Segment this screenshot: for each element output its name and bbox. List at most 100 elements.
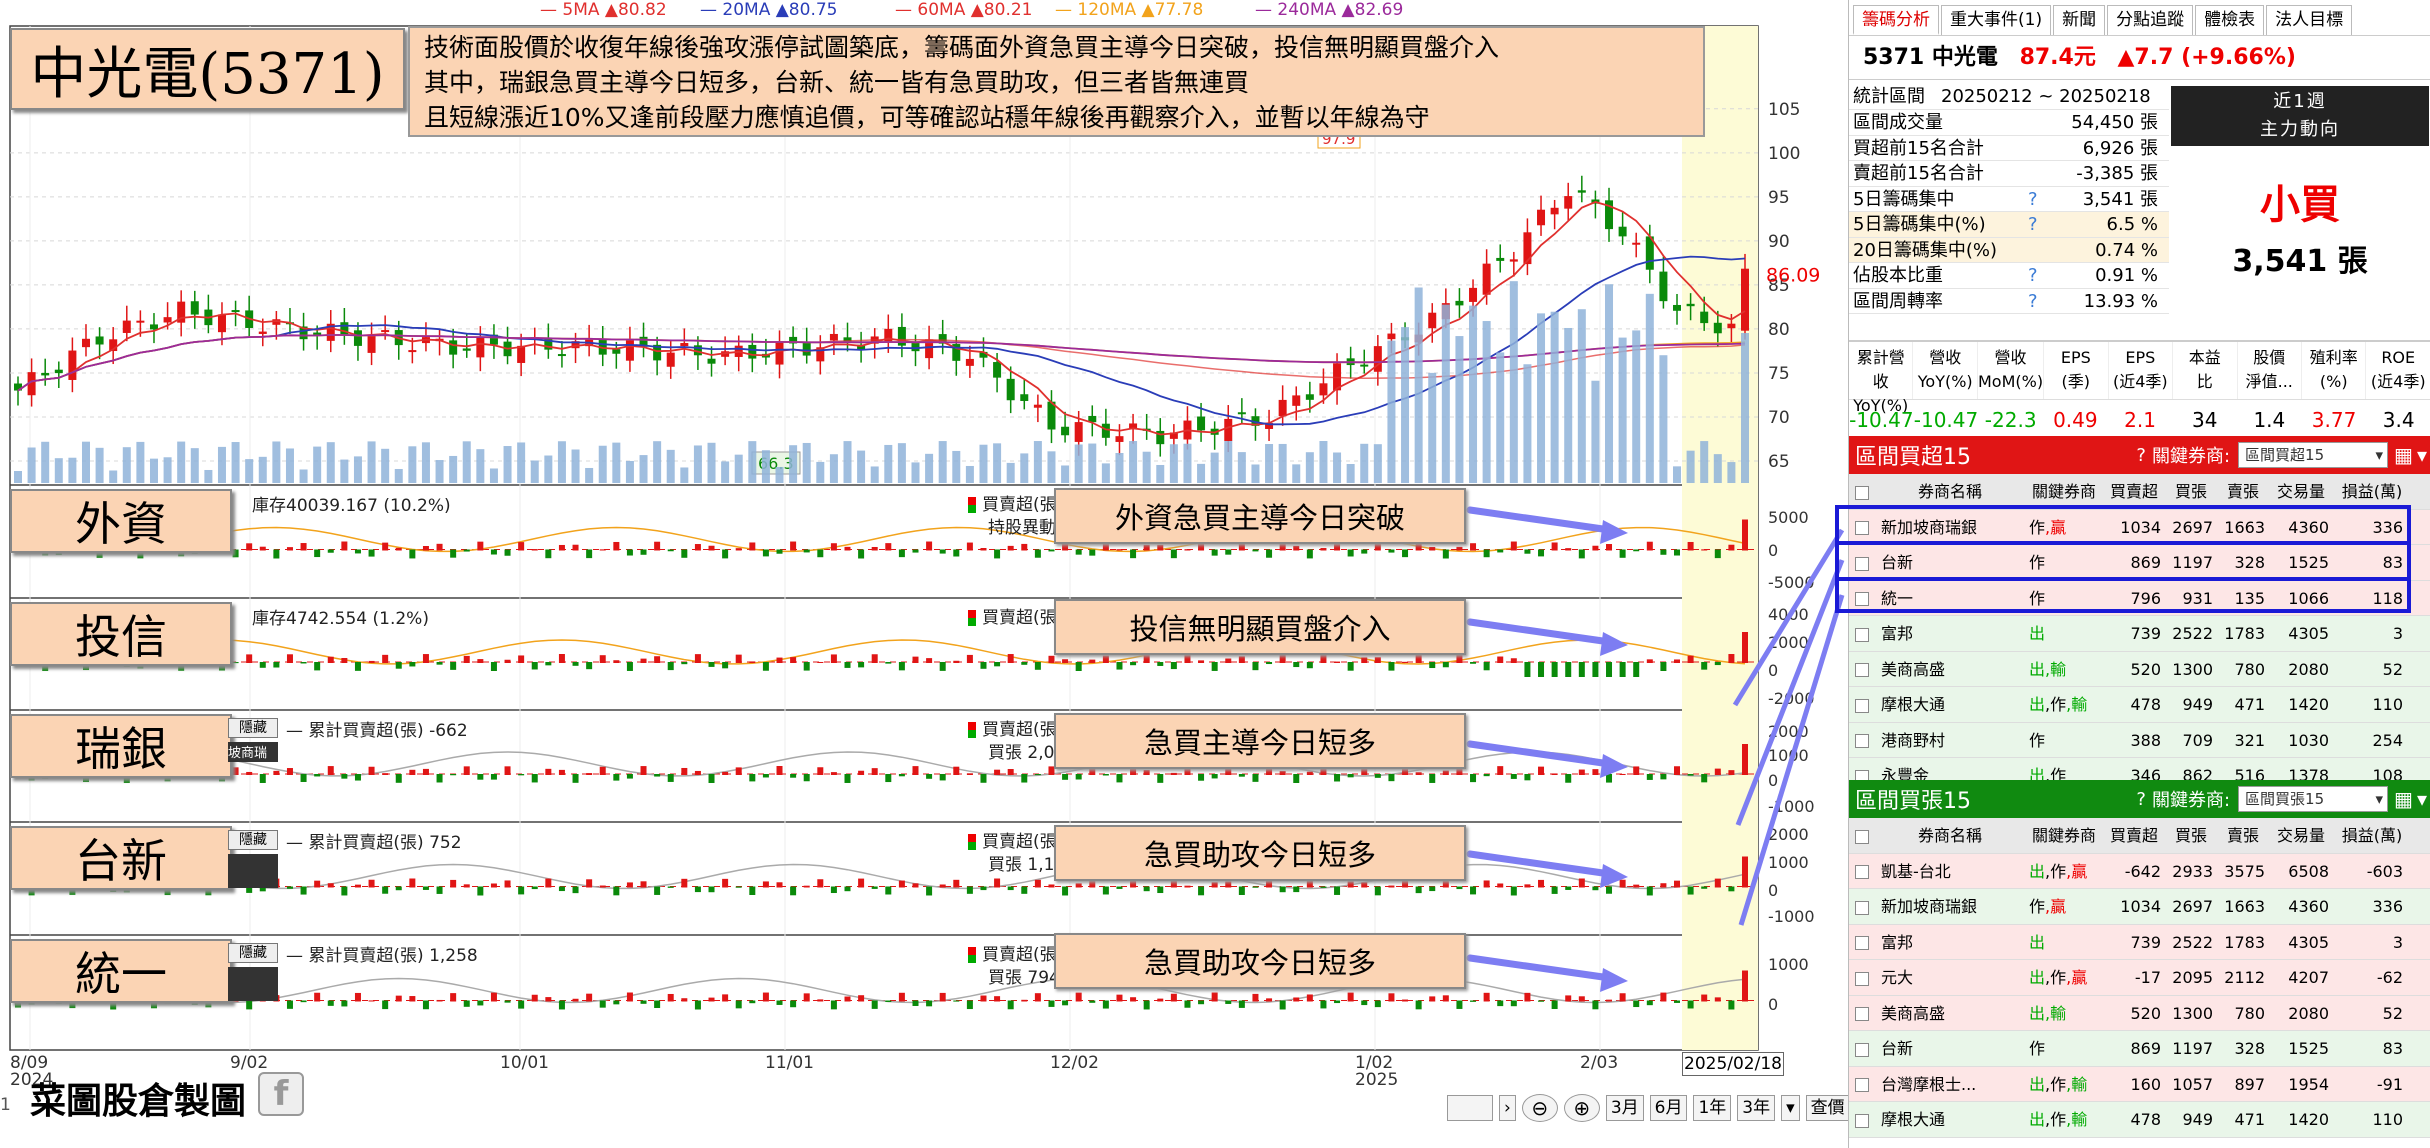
row-checkbox[interactable] xyxy=(1855,1042,1869,1057)
row-checkbox[interactable] xyxy=(1855,936,1869,950)
volume-bar xyxy=(1713,454,1722,483)
net-buy-bar xyxy=(1524,662,1531,677)
tab-1[interactable]: 重大事件(1) xyxy=(1941,5,2052,35)
table-row[interactable]: 摩根大通 出,作,輸 478 949 471 1420 110 xyxy=(1849,687,2430,723)
net-buy-bar xyxy=(1429,662,1436,669)
net-buy-bar xyxy=(1252,993,1259,1002)
stat-row: 區間周轉率? 13.93 % xyxy=(1849,289,2169,314)
net-buy-bar xyxy=(436,543,443,551)
zoom-out-button[interactable]: ⊖ xyxy=(1521,1094,1558,1122)
table-row[interactable]: 統一作 796 931 135 1066 118 xyxy=(1849,580,2430,616)
row-checkbox[interactable] xyxy=(1855,627,1869,642)
price-tick-label: 65 xyxy=(1768,452,1790,472)
range-3y-button[interactable]: 3年 xyxy=(1737,1095,1776,1121)
net-buy-bar xyxy=(830,1000,837,1010)
table-row[interactable]: 元大 出,作,贏 -17 2095 2112 4207 -62 xyxy=(1849,960,2430,996)
candle-body xyxy=(1564,196,1573,209)
stock-title: 中光電(5371) xyxy=(10,28,405,110)
net-buy-bar xyxy=(1048,1000,1055,1007)
query-button[interactable]: 查價 xyxy=(1805,1095,1850,1121)
broker-select[interactable]: 坡商瑞 xyxy=(228,742,278,762)
net-buy-bar xyxy=(327,1000,334,1006)
sell-table-select[interactable]: 區間買張15 xyxy=(2238,786,2389,812)
table-row[interactable]: 美商高盛 出,輸 520 1300 780 2080 52 xyxy=(1849,995,2430,1031)
candle-body xyxy=(1074,422,1083,442)
row-checkbox[interactable] xyxy=(1855,663,1869,677)
table-row[interactable]: 港商野村作 388 709 321 1030 254 xyxy=(1849,722,2430,758)
volume-bar xyxy=(1224,441,1233,483)
facebook-icon[interactable]: f xyxy=(258,1072,304,1116)
chevron-down-icon[interactable]: ▾ xyxy=(1781,1095,1800,1121)
net-buy-bar xyxy=(1089,880,1096,888)
table-row[interactable]: 新加坡商瑞銀 作,贏 1034 2697 1663 4360 336 xyxy=(1849,889,2430,925)
table-row[interactable]: 富邦出 739 2522 1783 4305 3 xyxy=(1849,616,2430,652)
table-row[interactable]: 凱基-台北 出,作,贏 -642 2933 3575 6508 -603 xyxy=(1849,853,2430,889)
row-checkbox[interactable] xyxy=(1855,698,1869,713)
row-checkbox[interactable] xyxy=(1855,592,1869,606)
tab-4[interactable]: 體檢表 xyxy=(2195,5,2265,35)
row-checkbox[interactable] xyxy=(1855,865,1869,879)
range-1y-button[interactable]: 1年 xyxy=(1693,1095,1732,1121)
net-buy-bar xyxy=(1388,885,1395,888)
table-row[interactable]: 台新作 869 1197 328 1525 83 xyxy=(1849,1031,2430,1067)
help-icon[interactable]: ? xyxy=(2136,445,2146,466)
net-buy-bar xyxy=(1143,654,1150,663)
net-buy-bar xyxy=(871,768,878,775)
chevron-right-icon[interactable]: › xyxy=(1499,1095,1516,1121)
table-row[interactable]: 摩根大通 出,作,輸 478 949 471 1420 110 xyxy=(1849,1102,2430,1138)
broker-select[interactable] xyxy=(228,967,278,1001)
tab-0[interactable]: 籌碼分析 xyxy=(1853,5,1939,35)
volume-bar xyxy=(775,466,784,483)
row-checkbox[interactable] xyxy=(1855,900,1869,915)
net-buy-bar xyxy=(286,654,293,663)
net-buy-bar xyxy=(1510,1000,1517,1007)
net-buy-bar xyxy=(885,886,892,895)
range-input[interactable] xyxy=(1447,1095,1493,1121)
volume-bar xyxy=(258,456,267,483)
volume-bar xyxy=(639,455,648,483)
hide-button[interactable]: 隱藏 xyxy=(228,830,278,850)
row-checkbox[interactable] xyxy=(1855,1078,1869,1092)
table-row[interactable]: 新加坡商瑞銀 作,贏 1034 2697 1663 4360 336 xyxy=(1849,509,2430,545)
pane-tick-label: 0 xyxy=(1768,541,1778,560)
grid-icon[interactable]: ▦ xyxy=(2394,443,2413,467)
range-6m-button[interactable]: 6月 xyxy=(1649,1095,1688,1121)
net-buy-bar xyxy=(1578,769,1585,775)
net-buy-bar xyxy=(1116,886,1123,889)
net-buy-bar xyxy=(1524,549,1531,554)
tab-3[interactable]: 分點追蹤 xyxy=(2107,5,2194,35)
table-row[interactable]: 富邦出 739 2522 1783 4305 3 xyxy=(1849,924,2430,960)
zoom-in-button[interactable]: ⊕ xyxy=(1563,1094,1600,1122)
tab-5[interactable]: 法人目標 xyxy=(2266,5,2353,35)
tab-2[interactable]: 新聞 xyxy=(2053,5,2106,35)
chevron-down-icon[interactable]: ▾ xyxy=(2417,787,2427,811)
hide-button[interactable]: 隱藏 xyxy=(228,943,278,963)
table-row[interactable]: 台灣摩根士... 出,作,輸 160 1057 897 1954 -91 xyxy=(1849,1066,2430,1102)
help-icon[interactable]: ? xyxy=(2136,789,2146,810)
row-checkbox[interactable] xyxy=(1855,556,1869,571)
net-buy-bar xyxy=(1266,549,1273,558)
broker-select[interactable] xyxy=(228,854,278,888)
row-checkbox[interactable] xyxy=(1855,1007,1869,1021)
range-3m-button[interactable]: 3月 xyxy=(1605,1095,1644,1121)
table-row[interactable]: 台新作 869 1197 328 1525 83 xyxy=(1849,545,2430,581)
row-checkbox[interactable] xyxy=(1855,734,1869,748)
buy-table-select[interactable]: 區間買超15 xyxy=(2238,442,2389,468)
date-tick-label: 11/01 xyxy=(765,1053,814,1073)
row-checkbox[interactable] xyxy=(1855,971,1869,986)
net-buy-bar xyxy=(735,654,742,663)
net-buy-bar xyxy=(1674,659,1681,663)
net-buy-bar xyxy=(1034,549,1041,558)
net-buy-bar xyxy=(844,774,851,783)
chevron-down-icon[interactable]: ▾ xyxy=(2417,443,2427,467)
net-buy-bar xyxy=(1211,992,1218,1002)
row-checkbox[interactable] xyxy=(1855,1113,1869,1128)
candle-body xyxy=(1550,207,1559,215)
net-buy-bar xyxy=(1646,659,1653,663)
volume-bar xyxy=(598,445,607,483)
grid-icon[interactable]: ▦ xyxy=(2394,787,2413,811)
net-buy-bar xyxy=(1429,774,1436,783)
row-checkbox[interactable] xyxy=(1855,521,1869,535)
hide-button[interactable]: 隱藏 xyxy=(228,718,278,738)
table-row[interactable]: 美商高盛 出,輸 520 1300 780 2080 52 xyxy=(1849,651,2430,687)
